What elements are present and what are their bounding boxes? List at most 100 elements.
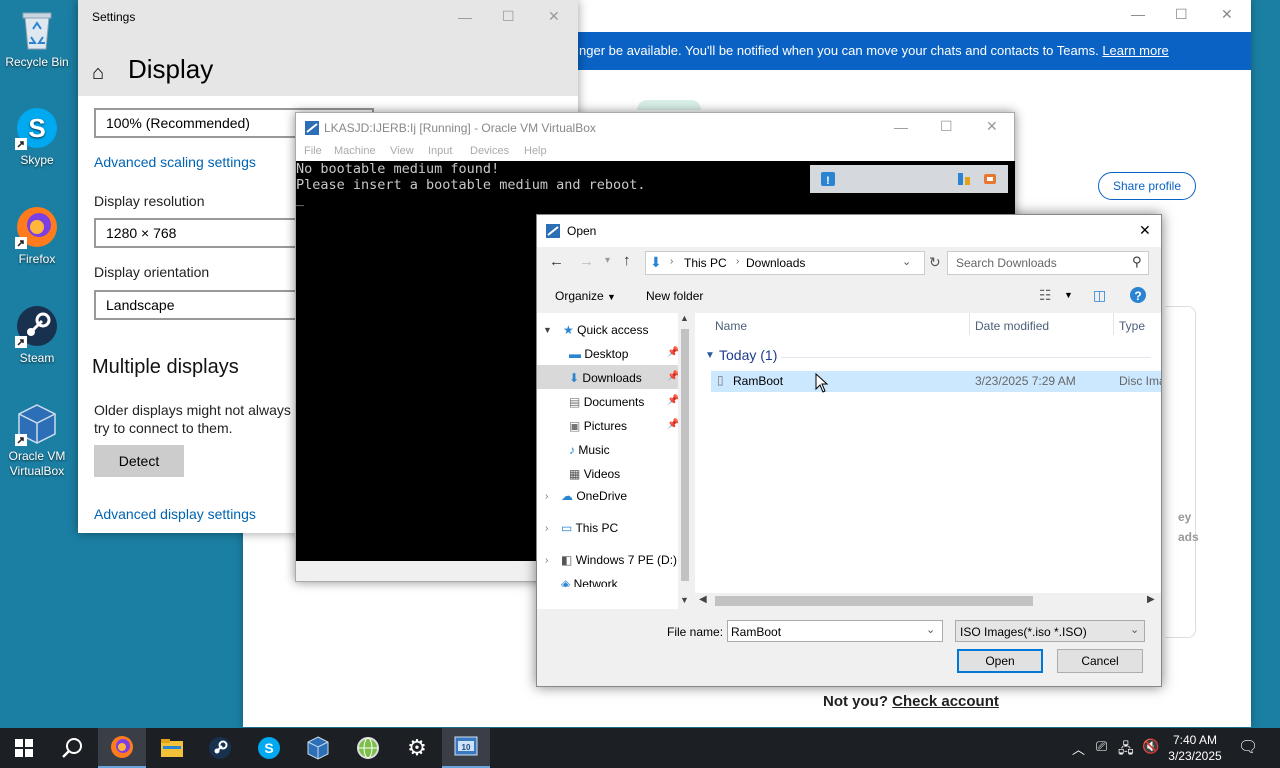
new-folder-button[interactable]: New folder — [646, 289, 703, 303]
taskbar-steam[interactable] — [196, 728, 244, 768]
desktop-icon-recycle-bin[interactable]: Recycle Bin — [4, 8, 70, 70]
column-divider[interactable] — [1113, 313, 1114, 335]
nav-item-onedrive[interactable]: ☁ OneDrive — [561, 485, 627, 507]
menu-file[interactable]: File — [304, 145, 322, 157]
minimize-icon[interactable]: — — [458, 9, 472, 25]
horizontal-scrollbar-thumb[interactable] — [715, 596, 1033, 606]
share-profile-button[interactable]: Share profile — [1098, 172, 1196, 200]
column-type[interactable]: Type — [1119, 319, 1145, 333]
column-divider[interactable] — [969, 313, 970, 335]
nav-item-music[interactable]: ♪ Music — [569, 439, 610, 461]
menu-help[interactable]: Help — [524, 145, 547, 157]
column-name[interactable]: Name — [715, 319, 747, 333]
taskbar-firefox[interactable] — [98, 728, 146, 768]
forward-arrow-icon[interactable]: → — [579, 253, 594, 270]
nav-item-desktop[interactable]: ▬ Desktop — [569, 343, 628, 365]
minimize-icon[interactable]: — — [894, 119, 908, 135]
chevron-right-icon[interactable]: › — [545, 555, 548, 566]
nav-item-drive-d[interactable]: ◧ Windows 7 PE (D:) — [561, 549, 677, 571]
chevron-up-icon[interactable]: ︿ — [1072, 739, 1085, 758]
taskbar-settings[interactable]: ⚙ — [393, 728, 441, 768]
desktop-icon-firefox[interactable]: Firefox — [4, 205, 70, 267]
volume-muted-icon[interactable]: 🔇 — [1142, 738, 1159, 755]
nav-item-downloads[interactable]: ⬇ Downloads — [569, 367, 642, 389]
vm-mini-toolbar[interactable]: ! — [810, 165, 1008, 193]
notification-icon[interactable]: 🗨 — [1238, 737, 1258, 757]
recent-dropdown-icon[interactable]: ▾ — [605, 255, 610, 266]
maximize-icon[interactable]: ☐ — [502, 8, 515, 25]
scroll-up-icon[interactable]: ▲ — [680, 313, 689, 323]
advanced-scaling-link[interactable]: Advanced scaling settings — [94, 154, 256, 170]
chevron-down-icon[interactable]: ⌄ — [902, 255, 911, 268]
learn-more-link[interactable]: Learn more — [1102, 43, 1168, 58]
taskbar-browser[interactable] — [344, 728, 392, 768]
chevron-right-icon[interactable]: › — [545, 491, 548, 502]
chevron-right-icon[interactable]: › — [545, 523, 548, 534]
column-date-modified[interactable]: Date modified — [975, 319, 1049, 333]
menu-view[interactable]: View — [390, 145, 414, 157]
minimize-icon[interactable]: — — [1131, 6, 1145, 22]
usb-icon[interactable] — [982, 171, 998, 190]
nav-item-quick-access[interactable]: ★ Quick access — [563, 319, 648, 341]
desktop-icon-virtualbox[interactable]: Oracle VM VirtualBox — [4, 402, 70, 479]
start-button[interactable] — [0, 728, 48, 768]
nav-item-this-pc[interactable]: ▭ This PC — [561, 517, 618, 539]
nav-item-videos[interactable]: ▦ Videos — [569, 463, 620, 485]
refresh-icon[interactable]: ↻ — [929, 254, 941, 271]
maximize-icon[interactable]: ☐ — [1175, 6, 1188, 23]
check-account-link[interactable]: Check account — [892, 693, 999, 710]
scroll-down-icon[interactable]: ▼ — [680, 595, 689, 605]
cancel-button[interactable]: Cancel — [1057, 649, 1143, 673]
file-type-filter[interactable]: ISO Images(*.iso *.ISO) ⌄ — [955, 620, 1145, 642]
network-icon[interactable]: 🖧 — [1118, 738, 1134, 762]
desktop-icon-skype[interactable]: S Skype — [4, 106, 70, 168]
taskbar-skype[interactable]: S — [245, 728, 293, 768]
menu-devices[interactable]: Devices — [470, 145, 509, 157]
chevron-down-icon[interactable]: ▼ — [543, 325, 552, 335]
search-button[interactable] — [48, 728, 96, 768]
close-icon[interactable]: ✕ — [1139, 222, 1151, 239]
menu-machine[interactable]: Machine — [334, 145, 376, 157]
address-bar[interactable]: ⬇ › This PC › Downloads ⌄ — [645, 251, 925, 275]
scroll-left-icon[interactable]: ◀ — [699, 594, 707, 605]
chevron-down-icon[interactable]: ▼ — [1064, 290, 1073, 300]
close-icon[interactable]: ✕ — [548, 8, 560, 25]
nav-item-pictures[interactable]: ▣ Pictures — [569, 415, 627, 437]
search-box[interactable]: Search Downloads ⚲ — [947, 251, 1149, 275]
help-icon[interactable]: ? — [1129, 286, 1147, 307]
maximize-icon[interactable]: ☐ — [940, 118, 953, 135]
view-options-icon[interactable]: ☷ — [1039, 287, 1052, 304]
nav-item-documents[interactable]: ▤ Documents — [569, 391, 644, 413]
preview-pane-icon[interactable]: ◫ — [1093, 287, 1106, 304]
device-icon[interactable]: ⎚ — [1096, 738, 1107, 755]
display-icon[interactable] — [956, 171, 972, 190]
breadcrumb-this-pc[interactable]: This PC — [684, 256, 727, 270]
nav-scrollbar-thumb[interactable] — [681, 329, 689, 581]
close-icon[interactable]: ✕ — [1221, 6, 1233, 23]
nav-item-network[interactable]: ◈ Network — [561, 573, 618, 587]
taskbar-file-explorer[interactable] — [148, 728, 196, 768]
up-arrow-icon[interactable]: ↑ — [623, 252, 631, 269]
close-icon[interactable]: ✕ — [986, 118, 998, 135]
chevron-down-icon[interactable]: ▼ — [705, 350, 715, 361]
taskbar-vm-window[interactable]: 10 — [442, 728, 490, 768]
detect-button[interactable]: Detect — [94, 445, 184, 477]
group-header[interactable]: Today (1) — [719, 347, 777, 363]
chevron-down-icon[interactable]: ⌄ — [1130, 623, 1139, 636]
search-icon[interactable]: ⚲ — [1132, 254, 1142, 270]
scroll-right-icon[interactable]: ▶ — [1147, 594, 1155, 605]
organize-button[interactable]: Organize ▼ — [555, 289, 616, 303]
home-icon[interactable]: ⌂ — [92, 62, 104, 85]
back-arrow-icon[interactable]: ← — [549, 253, 564, 270]
file-row-ramboot[interactable]: ▯ RamBoot 3/23/2025 7:29 AM Disc Ima — [711, 371, 1161, 392]
menu-input[interactable]: Input — [428, 145, 452, 157]
chevron-down-icon[interactable]: ⌄ — [926, 623, 935, 636]
search-input[interactable]: Search Downloads — [956, 256, 1057, 270]
desktop-icon-steam[interactable]: Steam — [4, 304, 70, 366]
advanced-display-link[interactable]: Advanced display settings — [94, 506, 256, 522]
breadcrumb-downloads[interactable]: Downloads — [746, 256, 805, 270]
open-button[interactable]: Open — [957, 649, 1043, 673]
file-name-input[interactable]: RamBoot ⌄ — [727, 620, 943, 642]
taskbar-virtualbox[interactable] — [294, 728, 342, 768]
system-clock[interactable]: 7:40 AM 3/23/2025 — [1160, 732, 1230, 764]
